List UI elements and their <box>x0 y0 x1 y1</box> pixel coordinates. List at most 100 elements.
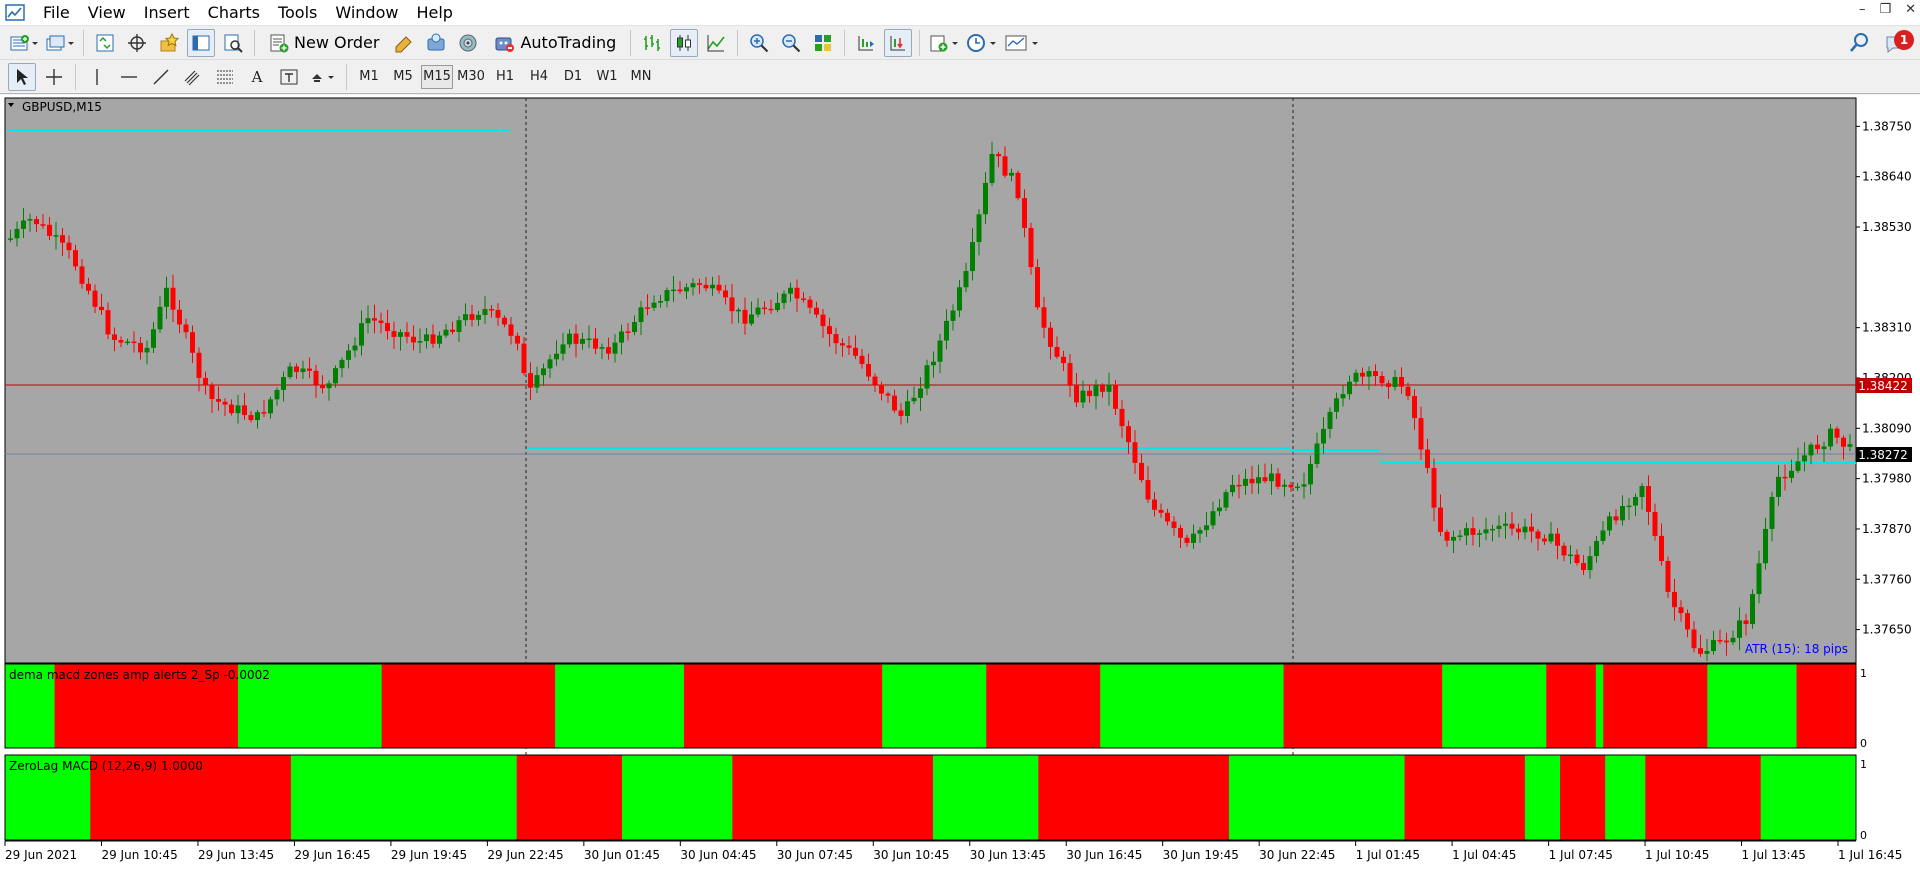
indicators-button[interactable] <box>927 29 961 57</box>
candle-body <box>1490 528 1495 531</box>
tile-windows-icon <box>815 34 832 51</box>
menu-help[interactable]: Help <box>407 1 461 25</box>
auto-scroll-button[interactable] <box>884 28 913 57</box>
community-button[interactable] <box>422 29 450 57</box>
signals-button[interactable] <box>454 29 482 57</box>
timeframe-mn-button[interactable]: MN <box>625 65 657 89</box>
candle-body <box>281 377 286 390</box>
candle-body <box>957 287 962 311</box>
market-watch-button[interactable] <box>91 29 119 57</box>
candle-body <box>66 242 72 251</box>
terminal-button[interactable] <box>187 28 215 57</box>
symbol-label: GBPUSD,M15 <box>22 100 102 114</box>
candle-body <box>502 317 507 325</box>
candle-body <box>391 331 397 337</box>
candle-body <box>268 399 273 414</box>
candle-body <box>1269 473 1274 482</box>
search-icon[interactable] <box>1848 32 1870 54</box>
timeframe-m15-button[interactable]: M15 <box>421 64 453 89</box>
candle-body <box>1067 363 1073 386</box>
profiles-icon <box>46 35 74 50</box>
new-chart-button[interactable] <box>8 29 40 57</box>
fibonacci-button[interactable] <box>211 63 239 91</box>
tile-windows-button[interactable] <box>809 29 837 57</box>
zoom-out-button[interactable] <box>777 29 805 57</box>
restore-icon[interactable]: ❐ <box>1879 2 1891 17</box>
candle-body <box>1113 384 1118 409</box>
zoom-in-button[interactable] <box>745 29 773 57</box>
indicator1-scale-top: 1 <box>1860 667 1867 680</box>
close-icon[interactable]: ✕ <box>1905 2 1916 17</box>
candle-body <box>612 342 618 354</box>
minimize-icon[interactable]: – <box>1859 2 1866 17</box>
line-chart-button[interactable] <box>702 29 730 57</box>
text-label-button[interactable] <box>275 63 303 91</box>
templates-button[interactable] <box>1003 29 1041 57</box>
time-tick-label: 1 Jul 13:45 <box>1742 848 1806 862</box>
candle-body <box>924 365 930 389</box>
toolbar-right: 1 <box>1848 30 1914 56</box>
candle-body <box>79 266 85 284</box>
candle-body <box>1327 411 1333 429</box>
candle-body <box>27 219 33 221</box>
terminal-icon <box>192 35 210 50</box>
menu-file[interactable]: File <box>34 1 79 25</box>
community-icon <box>427 33 445 50</box>
candle-body <box>190 332 195 353</box>
timeframe-w1-button[interactable]: W1 <box>591 65 623 89</box>
candle-body <box>963 271 969 288</box>
menu-window[interactable]: Window <box>326 1 407 25</box>
candle-body <box>1607 516 1612 531</box>
candle-body <box>567 333 572 345</box>
menu-insert[interactable]: Insert <box>135 1 199 25</box>
arrows-button[interactable] <box>307 63 339 91</box>
equidistant-channel-button[interactable] <box>179 63 207 91</box>
cursor-arrow-icon <box>17 68 28 85</box>
candle-body <box>606 347 611 354</box>
chart-window[interactable]: GBPUSD,M15 ATR (15): 18 pips 1.38750 1.38… <box>0 95 1920 871</box>
toolbar-separator <box>83 29 84 56</box>
candle-body <box>1464 528 1469 536</box>
candle-body <box>1405 386 1411 397</box>
vertical-line-button[interactable] <box>83 63 111 91</box>
navigator-button[interactable] <box>155 29 183 57</box>
candle-body <box>742 309 748 324</box>
menu-view[interactable]: View <box>79 1 135 25</box>
strategy-tester-button[interactable] <box>219 29 247 57</box>
candle-body <box>1802 455 1807 462</box>
profiles-button[interactable] <box>44 29 76 57</box>
candle-body <box>1542 538 1547 542</box>
candlestick-chart-button[interactable] <box>670 28 699 57</box>
crosshair-button[interactable] <box>40 63 68 91</box>
data-window-button[interactable] <box>123 29 151 57</box>
candle-body <box>905 401 910 416</box>
timeframe-m1-button[interactable]: M1 <box>353 65 385 89</box>
trendline-button[interactable] <box>147 63 175 91</box>
candle-body <box>560 344 566 354</box>
notifications-button[interactable]: 1 <box>1884 30 1914 56</box>
autotrading-button[interactable]: AutoTrading <box>486 29 623 57</box>
timeframe-h4-button[interactable]: H4 <box>523 65 555 89</box>
new-order-button[interactable]: New Order <box>262 29 386 57</box>
candle-body <box>690 283 696 288</box>
meta-editor-button[interactable] <box>390 29 418 57</box>
candle-body <box>801 298 806 301</box>
menu-charts[interactable]: Charts <box>199 1 269 25</box>
timeframe-h1-button[interactable]: H1 <box>489 65 521 89</box>
menu-tools[interactable]: Tools <box>269 1 326 25</box>
horizontal-line-button[interactable] <box>115 63 143 91</box>
periods-button[interactable] <box>965 29 999 57</box>
cursor-button[interactable] <box>8 62 36 91</box>
timeframe-m30-button[interactable]: M30 <box>455 65 487 89</box>
candle-body <box>47 224 52 236</box>
chart-shift-button[interactable] <box>852 29 880 57</box>
candle-body <box>34 219 39 225</box>
timeframe-d1-button[interactable]: D1 <box>557 65 589 89</box>
auto-scroll-icon <box>890 35 906 50</box>
price-chart[interactable]: GBPUSD,M15 ATR (15): 18 pips 1.38750 1.38… <box>0 95 1920 871</box>
bar-chart-button[interactable] <box>638 29 666 57</box>
candle-body <box>1756 563 1762 595</box>
timeframe-m5-button[interactable]: M5 <box>387 65 419 89</box>
candle-body <box>684 287 689 292</box>
text-button[interactable]: A <box>243 63 271 91</box>
